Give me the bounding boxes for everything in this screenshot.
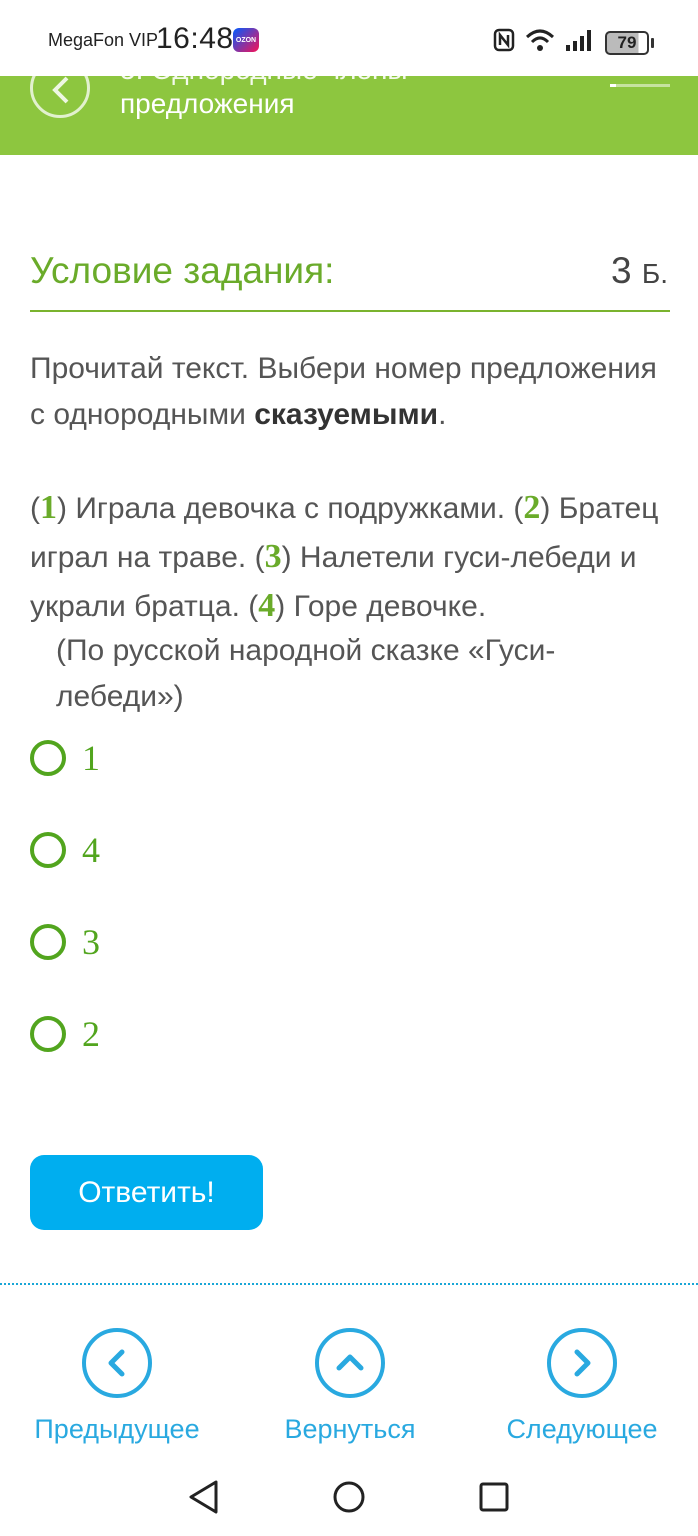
system-nav-bar [0,1464,698,1536]
text-passage: (1) Играла девочка с подружками. (2) Бра… [30,489,659,624]
score-value: 3 [610,250,632,291]
radio-button[interactable] [30,740,66,776]
answer-option[interactable]: 1 [30,733,100,783]
nav-label: Предыдущее [34,1414,200,1444]
back-triangle-icon[interactable] [186,1478,220,1521]
status-icons: 79 [493,28,654,57]
task-heading: Условие задания: [30,250,335,291]
emphasis-word: сказуемыми [254,398,439,431]
next-exercise-button[interactable]: Следующее [482,1328,682,1445]
status-bar: MegaFon VIP 16:48 OZON 79 [0,0,698,76]
carrier-name: MegaFon VIP [48,30,159,50]
battery-level: 79 [605,30,649,55]
answer-option[interactable]: 4 [30,825,100,875]
divider [0,1283,698,1285]
nav-label: Вернуться [284,1414,416,1444]
ozon-app-icon: OZON [233,28,259,52]
header-title-line1: 5. Однородные члены [120,76,408,86]
chevron-left-icon [52,76,69,104]
signal-icon [565,28,595,57]
back-to-list-button[interactable]: Вернуться [250,1328,450,1445]
topic-header: 5. Однородные члены предложения [0,76,698,155]
sentence-number: 4 [258,587,276,624]
nav-circle[interactable] [82,1328,152,1398]
option-label: 4 [82,830,100,870]
wifi-icon [525,28,555,57]
chevron-right-icon [574,1349,591,1377]
header-back-button[interactable] [30,76,90,118]
option-label: 3 [82,922,100,962]
answer-option[interactable]: 3 [30,917,100,967]
sentence-number: 3 [264,538,282,575]
nav-circle[interactable] [547,1328,617,1398]
nav-circle[interactable] [315,1328,385,1398]
radio-button[interactable] [30,1016,66,1052]
sentence-number: 1 [40,489,57,526]
task-instruction: Прочитай текст. Выбери номер предложения… [30,352,657,431]
nfc-icon [493,28,515,57]
chevron-up-icon [336,1354,364,1371]
sentence-number: 2 [523,489,541,526]
task-heading-row: Условие задания: 3 Б. [30,250,670,312]
header-title-line2: предложения [120,88,295,119]
clock: 16:48 [156,22,234,55]
radio-button[interactable] [30,924,66,960]
home-circle-icon[interactable] [331,1478,367,1521]
answer-option[interactable]: 2 [30,1009,100,1059]
option-label: 1 [82,738,100,778]
task-score: 3 Б. [611,250,668,292]
option-label: 2 [82,1014,100,1054]
nav-label: Следующее [506,1414,658,1444]
battery-icon: 79 [605,30,654,55]
chevron-left-icon [108,1349,125,1377]
score-unit: Б. [641,258,668,289]
answer-button[interactable]: Ответить! [30,1155,263,1230]
recents-square-icon[interactable] [477,1478,511,1521]
radio-button[interactable] [30,832,66,868]
progress-bar [610,84,670,87]
prev-exercise-button[interactable]: Предыдущее [17,1328,217,1445]
text-source: (По русской народной сказке «Гуси-лебеди… [56,634,556,713]
